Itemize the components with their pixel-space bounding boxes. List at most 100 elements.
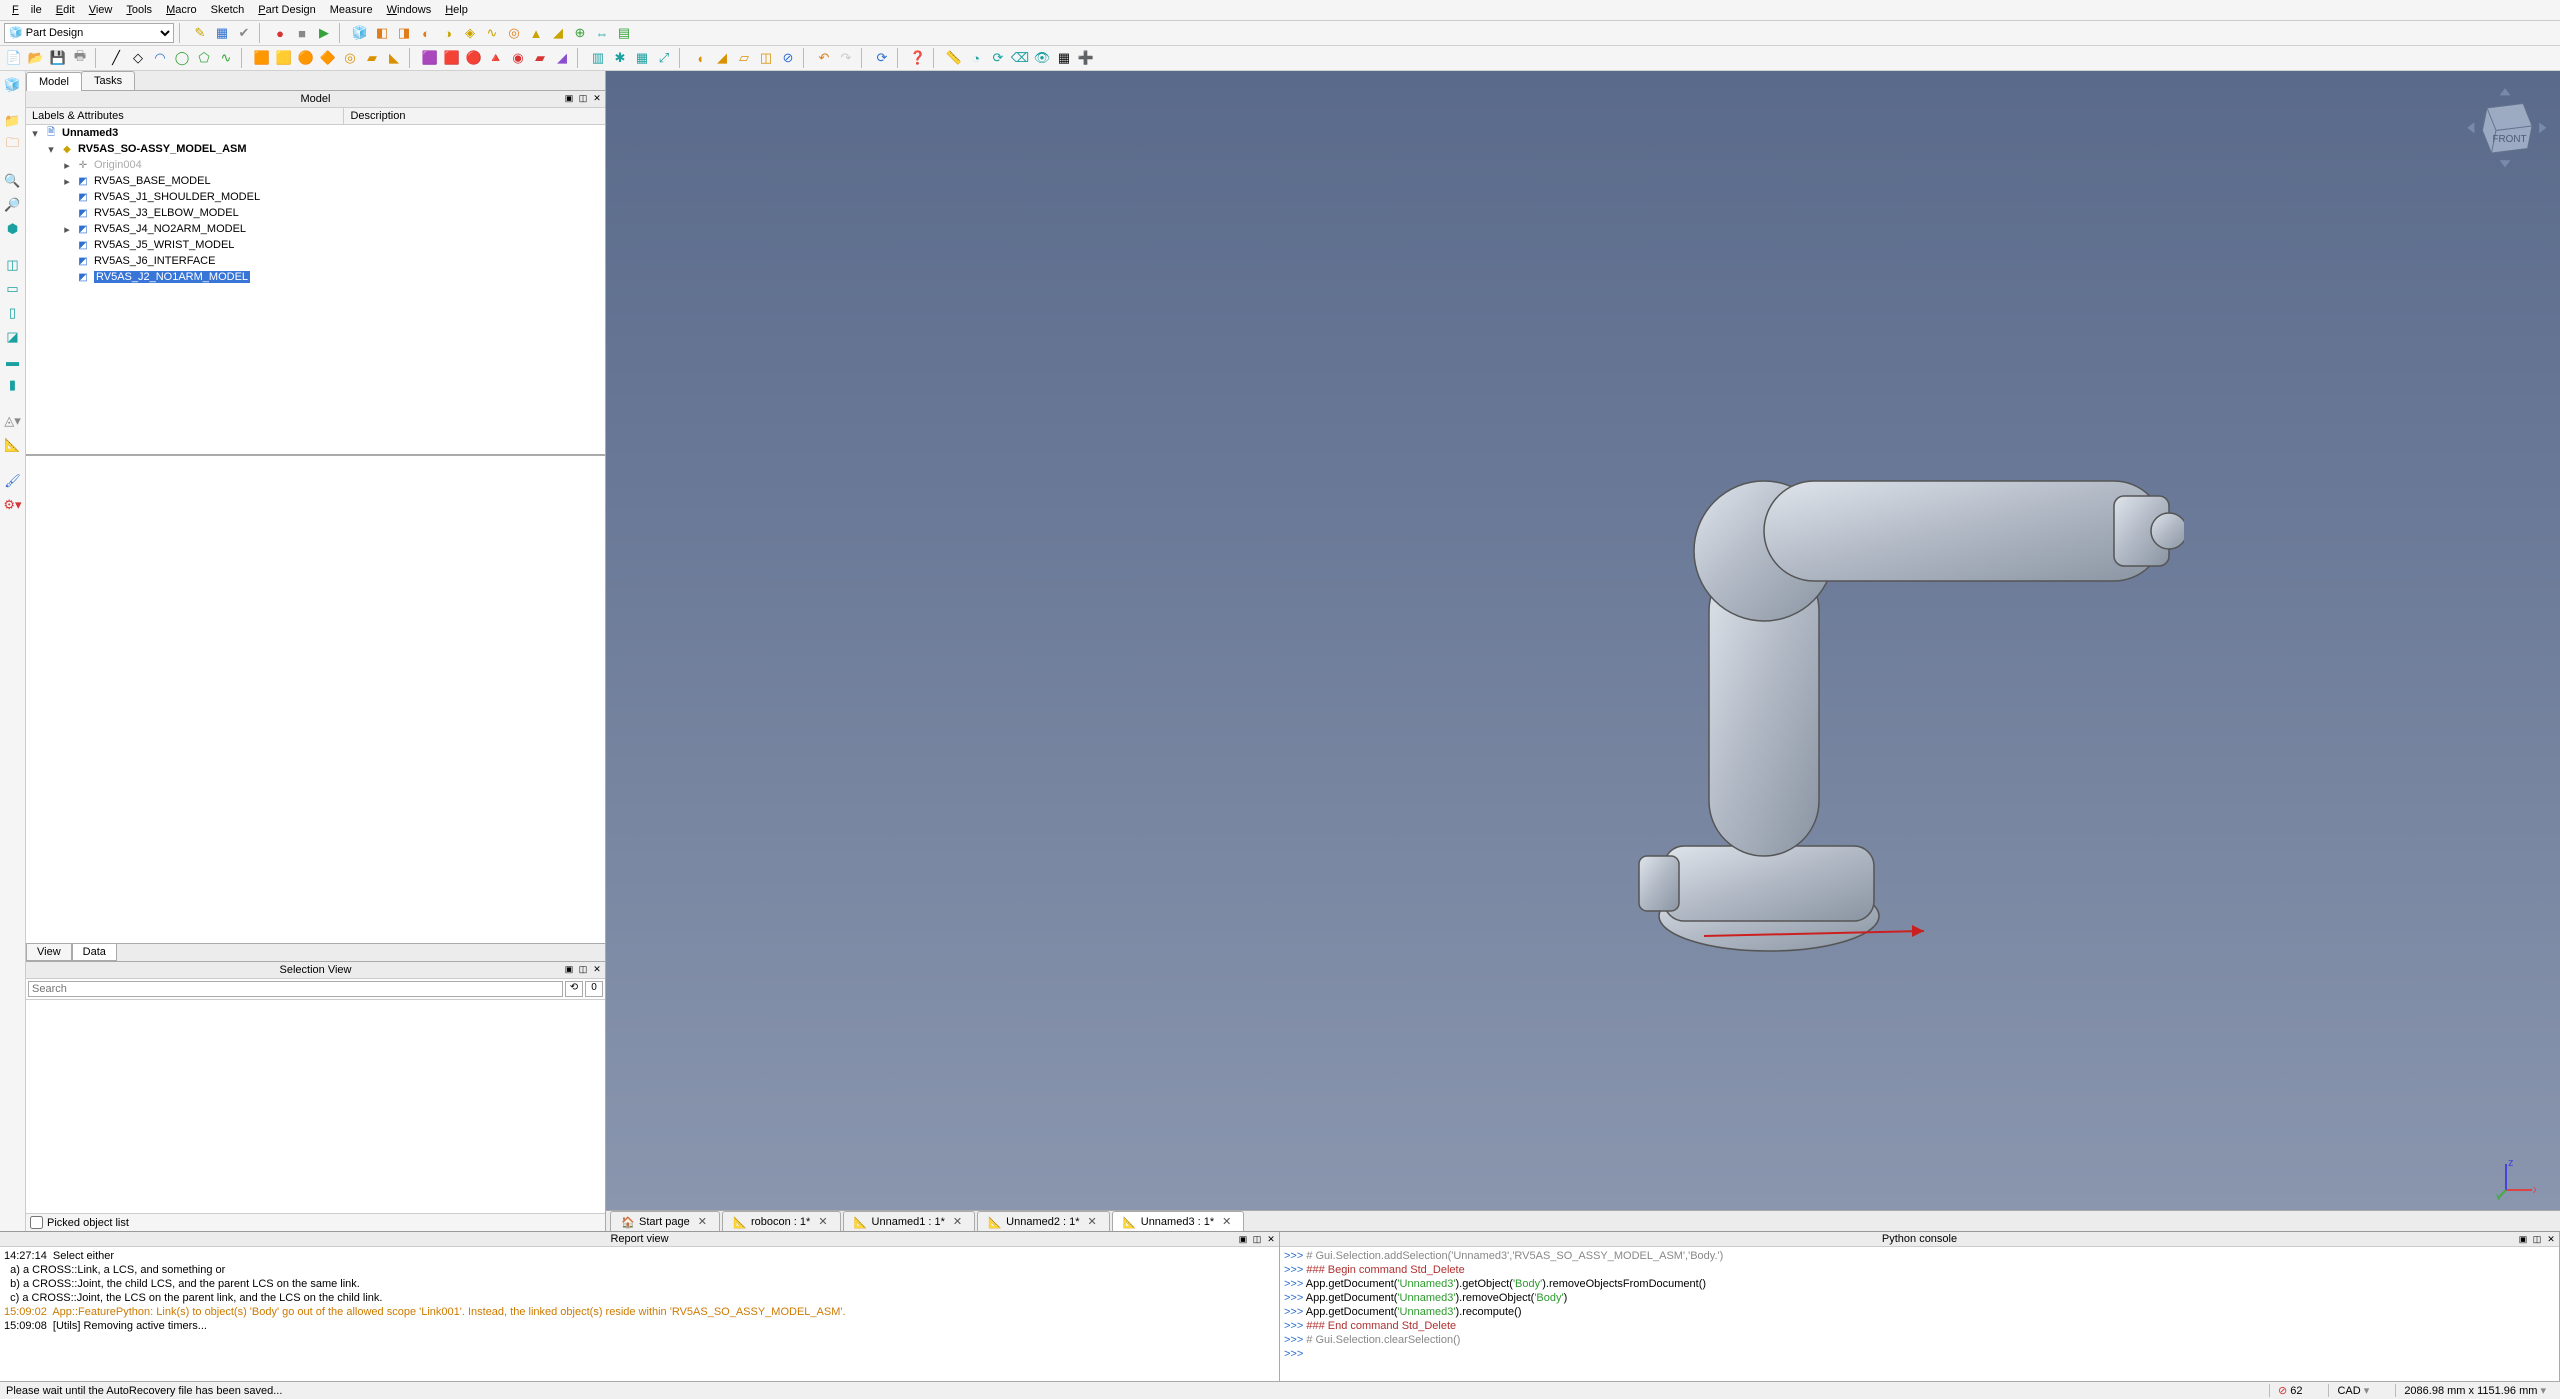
menu-partdesign[interactable]: Part Design: [252, 2, 321, 18]
menu-windows[interactable]: Windows: [381, 2, 438, 18]
vt-top-icon[interactable]: ▭: [3, 279, 23, 299]
vt-measure-icon[interactable]: 📐: [3, 435, 23, 455]
linearpattern-icon[interactable]: ▤: [614, 23, 634, 43]
vt-zoom-icon[interactable]: 🔎: [3, 195, 23, 215]
vt-open-icon[interactable]: 📁: [3, 111, 23, 131]
measure-toggle-icon[interactable]: 👁: [1032, 48, 1052, 68]
proptab-data[interactable]: Data: [72, 944, 117, 961]
picked-checkbox[interactable]: [30, 1216, 43, 1229]
model-tree[interactable]: ▾🗎 Unnamed3 ▾◆ RV5AS_SO-ASSY_MODEL_ASM ▸…: [26, 125, 605, 455]
doc-tab[interactable]: 📐Unnamed1 : 1*✕: [843, 1211, 976, 1231]
file-open-icon[interactable]: 📂: [26, 48, 46, 68]
tree-origin[interactable]: ▸✛ Origin004: [26, 157, 605, 173]
create-body-icon[interactable]: 🧊: [350, 23, 370, 43]
chamfer-icon[interactable]: ◢: [712, 48, 732, 68]
tree-item[interactable]: ◩RV5AS_J1_SHOULDER_MODEL: [26, 189, 605, 205]
measure-clear-icon[interactable]: ⌫: [1010, 48, 1030, 68]
tree-doc[interactable]: ▾🗎 Unnamed3: [26, 125, 605, 141]
python-detach-icon[interactable]: ◫: [2531, 1233, 2543, 1245]
vt-part-icon[interactable]: 🧊: [3, 75, 23, 95]
doc-tab[interactable]: 📐Unnamed2 : 1*✕: [977, 1211, 1110, 1231]
sub-wedge-icon[interactable]: ◢: [552, 48, 572, 68]
vt-color-icon[interactable]: ⚙▾: [3, 495, 23, 515]
create-pad-icon[interactable]: ◧: [372, 23, 392, 43]
sub-prism-icon[interactable]: ▰: [530, 48, 550, 68]
file-new-icon[interactable]: 📄: [4, 48, 24, 68]
measure-linear-icon[interactable]: 📏: [944, 48, 964, 68]
tree-item[interactable]: ◩RV5AS_J6_INTERFACE: [26, 253, 605, 269]
navigation-cube[interactable]: FRONT: [2460, 81, 2550, 171]
draw-circle-icon[interactable]: ◯: [172, 48, 192, 68]
menu-help[interactable]: Help: [439, 2, 474, 18]
doc-tab-close-icon[interactable]: ✕: [1086, 1215, 1099, 1228]
additive-cylinder-icon[interactable]: 🟨: [274, 48, 294, 68]
measure-refresh-icon[interactable]: ⟳: [988, 48, 1008, 68]
tree-item[interactable]: ▸◩RV5AS_J4_NO2ARM_MODEL: [26, 221, 605, 237]
additive-sphere-icon[interactable]: 🟠: [296, 48, 316, 68]
vt-left-icon[interactable]: ▮: [3, 375, 23, 395]
draw-arc-icon[interactable]: ◠: [150, 48, 170, 68]
vt-right-icon[interactable]: ▯: [3, 303, 23, 323]
macro-stop-icon[interactable]: ■: [292, 23, 312, 43]
redo-icon[interactable]: ↷: [836, 48, 856, 68]
tab-model[interactable]: Model: [26, 72, 82, 91]
property-body[interactable]: [26, 456, 605, 943]
menu-tools[interactable]: Tools: [120, 2, 158, 18]
fillet-icon[interactable]: ◖: [690, 48, 710, 68]
selection-body[interactable]: [26, 1000, 605, 1213]
sub-torus-icon[interactable]: ◉: [508, 48, 528, 68]
doc-tab[interactable]: 🏠Start page✕: [610, 1211, 720, 1231]
additive-wedge-icon[interactable]: ◣: [384, 48, 404, 68]
file-print-icon[interactable]: 🖶: [70, 48, 90, 68]
new-sketch-icon[interactable]: ✎: [190, 23, 210, 43]
status-nav-style[interactable]: CAD ▾: [2328, 1384, 2377, 1397]
additive-prism-icon[interactable]: ▰: [362, 48, 382, 68]
vt-bottom-icon[interactable]: ▬: [3, 351, 23, 371]
sub-cone-icon[interactable]: 🔺: [486, 48, 506, 68]
sub-sphere-icon[interactable]: 🔴: [464, 48, 484, 68]
python-close-icon[interactable]: ✕: [2545, 1233, 2557, 1245]
draw-poly-icon[interactable]: ⬠: [194, 48, 214, 68]
macro-play-icon[interactable]: ▶: [314, 23, 334, 43]
3d-viewport[interactable]: FRONT x z y: [606, 71, 2560, 1210]
pattern-linear-icon[interactable]: ▥: [588, 48, 608, 68]
vt-appearance-icon[interactable]: 🖌: [3, 471, 23, 491]
workbench-select[interactable]: 🧊 Part Design: [4, 23, 174, 43]
vt-front-icon[interactable]: ◫: [3, 255, 23, 275]
doc-tab-close-icon[interactable]: ✕: [1220, 1215, 1233, 1228]
proptab-view[interactable]: View: [26, 944, 72, 961]
report-float-icon[interactable]: ▣: [1237, 1233, 1249, 1245]
tree-item[interactable]: ◩RV5AS_J2_NO1ARM_MODEL: [26, 269, 605, 285]
draw-spline-icon[interactable]: ∿: [216, 48, 236, 68]
selpanel-close-icon[interactable]: ✕: [591, 963, 603, 975]
selection-search-input[interactable]: [28, 981, 563, 997]
vt-wireframe-icon[interactable]: ◬▾: [3, 411, 23, 431]
menu-file[interactable]: File: [6, 2, 48, 18]
create-groove-icon[interactable]: ◑: [438, 23, 458, 43]
vt-bounding-icon[interactable]: 🔍: [3, 171, 23, 191]
add-icon[interactable]: ➕: [1076, 48, 1096, 68]
refresh-icon[interactable]: ⟳: [872, 48, 892, 68]
mirror-icon[interactable]: ⇔: [592, 23, 612, 43]
draw-line-icon[interactable]: ╱: [106, 48, 126, 68]
additive-box-icon[interactable]: 🟧: [252, 48, 272, 68]
doc-tab-close-icon[interactable]: ✕: [696, 1215, 709, 1228]
create-hole-icon[interactable]: ◎: [504, 23, 524, 43]
tree-item[interactable]: ▸◩RV5AS_BASE_MODEL: [26, 173, 605, 189]
tree-col-desc[interactable]: Description: [344, 108, 605, 124]
panel-float-icon[interactable]: ▣: [563, 92, 575, 104]
report-close-icon[interactable]: ✕: [1265, 1233, 1277, 1245]
measure-angular-icon[interactable]: ◔: [966, 48, 986, 68]
menu-measure[interactable]: Measure: [324, 2, 379, 18]
create-pocket-icon[interactable]: ◨: [394, 23, 414, 43]
undo-icon[interactable]: ↶: [814, 48, 834, 68]
report-body[interactable]: 14:27:14 Select either a) a CROSS::Link,…: [0, 1247, 1279, 1381]
create-primitive-icon[interactable]: ▲: [526, 23, 546, 43]
tree-asm[interactable]: ▾◆ RV5AS_SO-ASSY_MODEL_ASM: [26, 141, 605, 157]
additive-torus-icon[interactable]: ◎: [340, 48, 360, 68]
sub-cylinder-icon[interactable]: 🟥: [442, 48, 462, 68]
menu-edit[interactable]: Edit: [50, 2, 81, 18]
macro-record-icon[interactable]: ●: [270, 23, 290, 43]
pattern-scale-icon[interactable]: ⤢: [654, 48, 674, 68]
create-loft-icon[interactable]: ◈: [460, 23, 480, 43]
